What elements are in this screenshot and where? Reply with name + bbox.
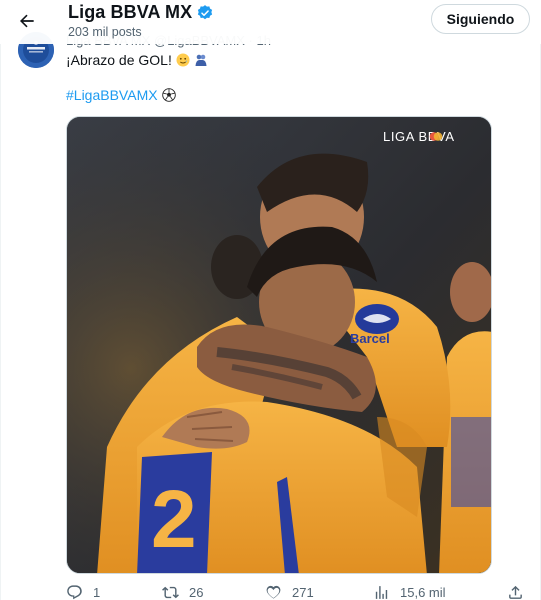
tweet-action-bar: 1 26 271 15,6 mil — [66, 584, 526, 600]
tweet-text-content: ¡Abrazo de GOL! — [66, 52, 172, 68]
reply-button[interactable]: 1 — [66, 584, 100, 600]
smiling-face-with-tear-icon — [176, 53, 190, 67]
like-button[interactable]: 271 — [265, 584, 314, 600]
celebration-photo: Barcel 2 LIGA BBVA — [67, 117, 491, 573]
reply-icon — [67, 585, 82, 600]
liga-bbva-watermark: LIGA BBVA — [383, 129, 455, 144]
account-name: Liga BBVA MX — [68, 2, 193, 22]
repost-button[interactable]: 26 — [162, 584, 203, 600]
heart-icon — [266, 585, 281, 599]
jersey-sponsor-text: Barcel — [350, 331, 390, 346]
repost-icon — [162, 586, 179, 599]
tweet-media-photo[interactable]: Barcel 2 LIGA BBVA — [66, 116, 492, 574]
views-count: 15,6 mil — [400, 585, 446, 600]
views-button[interactable]: 15,6 mil — [373, 584, 446, 600]
views-chart-icon — [375, 586, 388, 599]
posts-count: 203 mil posts — [68, 25, 142, 39]
jersey-number-graphic: 2 — [137, 452, 212, 573]
hashtag-row: #LigaBBVAMX — [66, 87, 176, 103]
following-button[interactable]: Siguiendo — [431, 4, 530, 34]
like-count: 271 — [292, 585, 314, 600]
back-button[interactable] — [12, 6, 42, 36]
watermark-text: LIGA BBVA — [383, 129, 455, 144]
share-icon — [509, 585, 522, 599]
profile-header-bar: Liga BBVA MX 203 mil posts Siguiendo — [0, 0, 541, 44]
share-button[interactable] — [507, 584, 524, 600]
reply-count: 1 — [93, 585, 101, 600]
hashtag-link[interactable]: #LigaBBVAMX — [66, 87, 158, 103]
soccer-ball-icon — [161, 88, 176, 102]
svg-text:2: 2 — [151, 474, 197, 565]
arrow-left-icon — [20, 14, 34, 28]
repost-count: 26 — [189, 585, 204, 600]
profile-title-block: Liga BBVA MX 203 mil posts — [68, 2, 214, 39]
timeline-left-border — [0, 0, 1, 600]
people-hugging-icon — [194, 53, 208, 67]
tweet-text: ¡Abrazo de GOL! — [66, 52, 208, 68]
verified-badge-icon[interactable] — [196, 4, 214, 22]
